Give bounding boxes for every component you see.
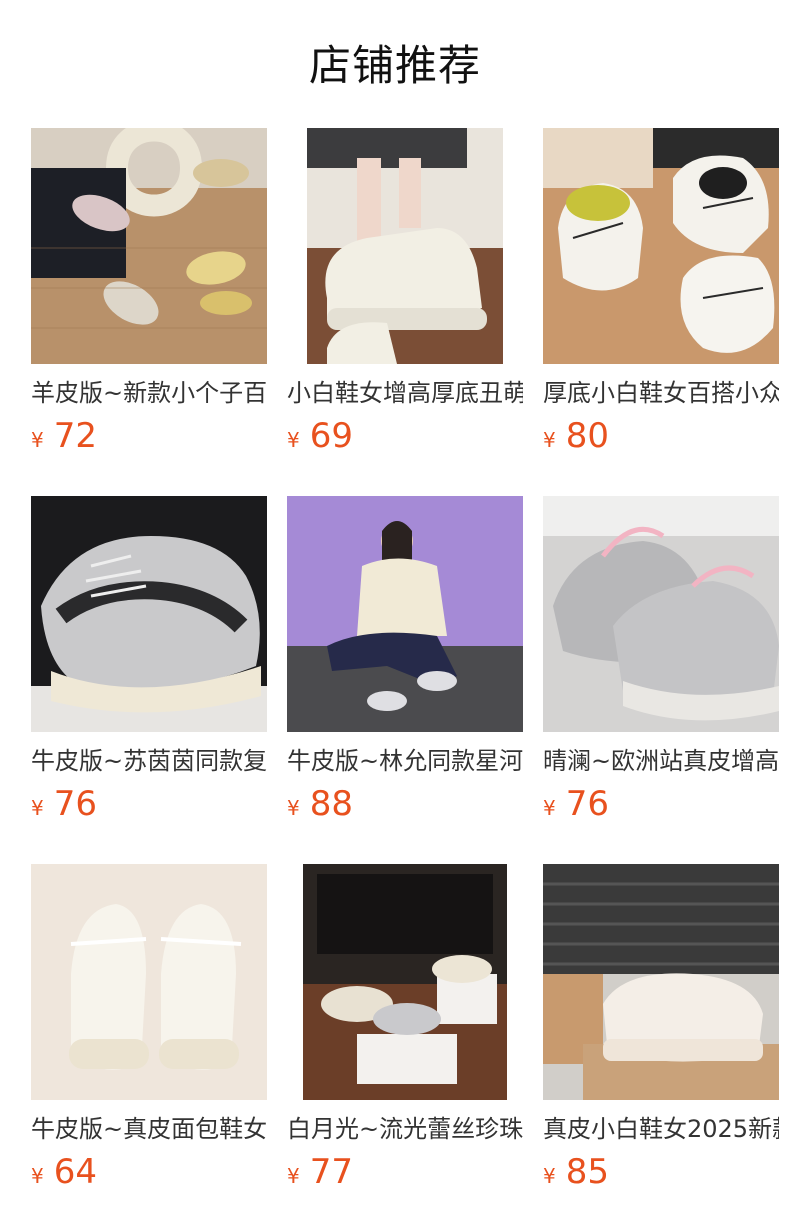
currency-symbol: ¥ [543, 428, 556, 452]
product-price: ¥ 76 [543, 782, 609, 826]
product-price: ¥ 64 [31, 1150, 97, 1194]
product-price: ¥ 88 [287, 782, 353, 826]
page-title: 店铺推荐 [308, 41, 481, 90]
price-value: 77 [309, 1152, 353, 1192]
product-image[interactable] [287, 128, 523, 364]
product-title[interactable]: 小白鞋女增高厚底丑萌 [287, 376, 523, 410]
product-image[interactable] [543, 128, 779, 364]
currency-symbol: ¥ [287, 796, 300, 820]
cream-bread-sneakers-icon [31, 864, 267, 1100]
price-value: 69 [309, 416, 353, 456]
product-grid: 羊皮版~新款小个子百搭 ¥ 72 小白鞋女增高厚底丑萌 ¥ 69 厚底小白鞋女百… [31, 128, 779, 1232]
sneakers-on-boxes-fireplace-icon [287, 864, 523, 1100]
price-value: 76 [565, 784, 609, 824]
product-title[interactable]: 牛皮版~苏茵茵同款复古 [31, 744, 267, 778]
product-card[interactable]: 晴澜~欧洲站真皮增高 ¥ 76 [543, 496, 779, 864]
price-value: 64 [53, 1152, 97, 1192]
sneakers-group-on-wood-floor-icon [31, 128, 267, 364]
product-image[interactable] [31, 128, 267, 364]
currency-symbol: ¥ [287, 1164, 300, 1188]
product-title[interactable]: 真皮小白鞋女2025新款 [543, 1112, 779, 1146]
price-value: 76 [53, 784, 97, 824]
product-price: ¥ 72 [31, 414, 97, 458]
woman-sitting-purple-wall-icon [287, 496, 523, 732]
black-silver-running-sneaker-icon [31, 496, 267, 732]
product-price: ¥ 76 [31, 782, 97, 826]
product-price: ¥ 77 [287, 1150, 353, 1194]
product-card[interactable]: 羊皮版~新款小个子百搭 ¥ 72 [31, 128, 267, 496]
white-platform-sneaker-worn-icon [287, 128, 523, 364]
chunky-white-sneakers-pair-icon [543, 128, 779, 364]
product-title[interactable]: 牛皮版~真皮面包鞋女 [31, 1112, 267, 1146]
product-title[interactable]: 羊皮版~新款小个子百搭 [31, 376, 267, 410]
currency-symbol: ¥ [543, 796, 556, 820]
white-platform-sneaker-box-icon [543, 864, 779, 1100]
price-value: 72 [53, 416, 97, 456]
product-card[interactable]: 小白鞋女增高厚底丑萌 ¥ 69 [287, 128, 523, 496]
currency-symbol: ¥ [287, 428, 300, 452]
product-price: ¥ 85 [543, 1150, 609, 1194]
product-image[interactable] [287, 496, 523, 732]
product-price: ¥ 69 [287, 414, 353, 458]
price-value: 80 [565, 416, 609, 456]
product-card[interactable]: 白月光~流光蕾丝珍珠 ¥ 77 [287, 864, 523, 1232]
product-card[interactable]: 真皮小白鞋女2025新款 ¥ 85 [543, 864, 779, 1232]
product-image[interactable] [287, 864, 523, 1100]
product-card[interactable]: 牛皮版~真皮面包鞋女 ¥ 64 [31, 864, 267, 1232]
silver-chunky-sneakers-icon [543, 496, 779, 732]
currency-symbol: ¥ [31, 1164, 44, 1188]
product-card[interactable]: 牛皮版~苏茵茵同款复古 ¥ 76 [31, 496, 267, 864]
currency-symbol: ¥ [31, 796, 44, 820]
product-title[interactable]: 晴澜~欧洲站真皮增高 [543, 744, 779, 778]
product-price: ¥ 80 [543, 414, 609, 458]
price-value: 85 [565, 1152, 609, 1192]
currency-symbol: ¥ [543, 1164, 556, 1188]
product-title[interactable]: 白月光~流光蕾丝珍珠 [287, 1112, 523, 1146]
product-card[interactable]: 牛皮版~林允同款星河 ¥ 88 [287, 496, 523, 864]
product-image[interactable] [31, 864, 267, 1100]
price-value: 88 [309, 784, 353, 824]
product-title[interactable]: 厚底小白鞋女百搭小众 [543, 376, 779, 410]
product-title[interactable]: 牛皮版~林允同款星河 [287, 744, 523, 778]
product-card[interactable]: 厚底小白鞋女百搭小众 ¥ 80 [543, 128, 779, 496]
product-image[interactable] [543, 496, 779, 732]
product-image[interactable] [543, 864, 779, 1100]
product-image[interactable] [31, 496, 267, 732]
currency-symbol: ¥ [31, 428, 44, 452]
